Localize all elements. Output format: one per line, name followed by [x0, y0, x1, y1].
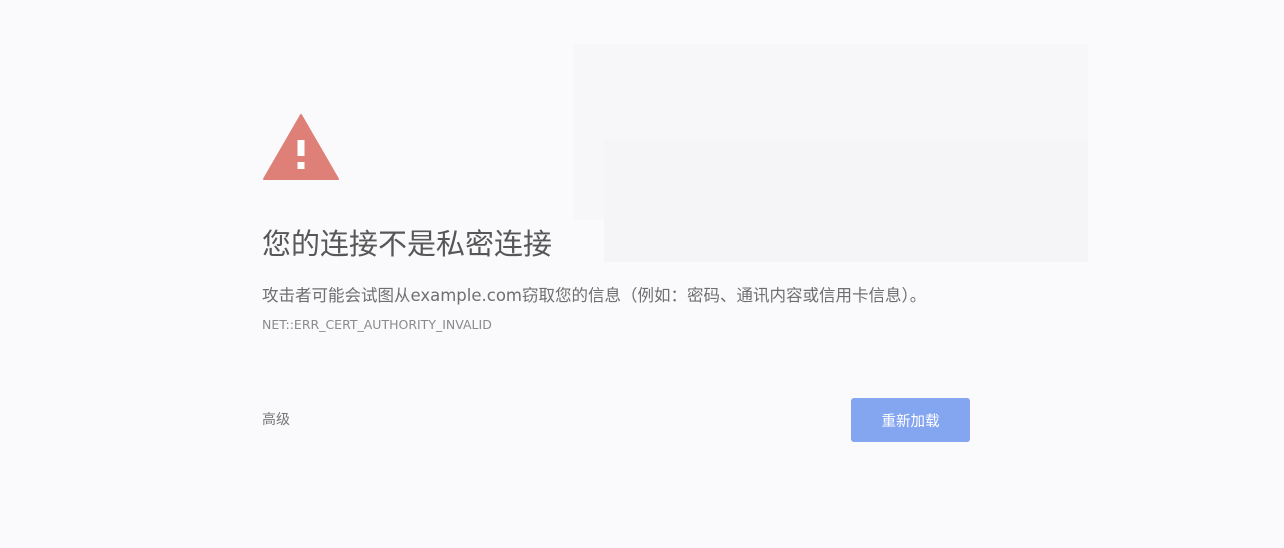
page-title: 您的连接不是私密连接	[262, 227, 553, 261]
advanced-button[interactable]: 高级	[262, 410, 290, 430]
error-code: NET::ERR_CERT_AUTHORITY_INVALID	[262, 317, 492, 332]
background-panel	[574, 44, 1088, 262]
error-message: 攻击者可能会试图从example.com窃取您的信息（例如：密码、通讯内容或信用…	[262, 286, 927, 305]
reload-button[interactable]: 重新加载	[851, 398, 970, 442]
background-panel-inner	[604, 140, 1088, 262]
warning-triangle-icon	[262, 113, 340, 181]
